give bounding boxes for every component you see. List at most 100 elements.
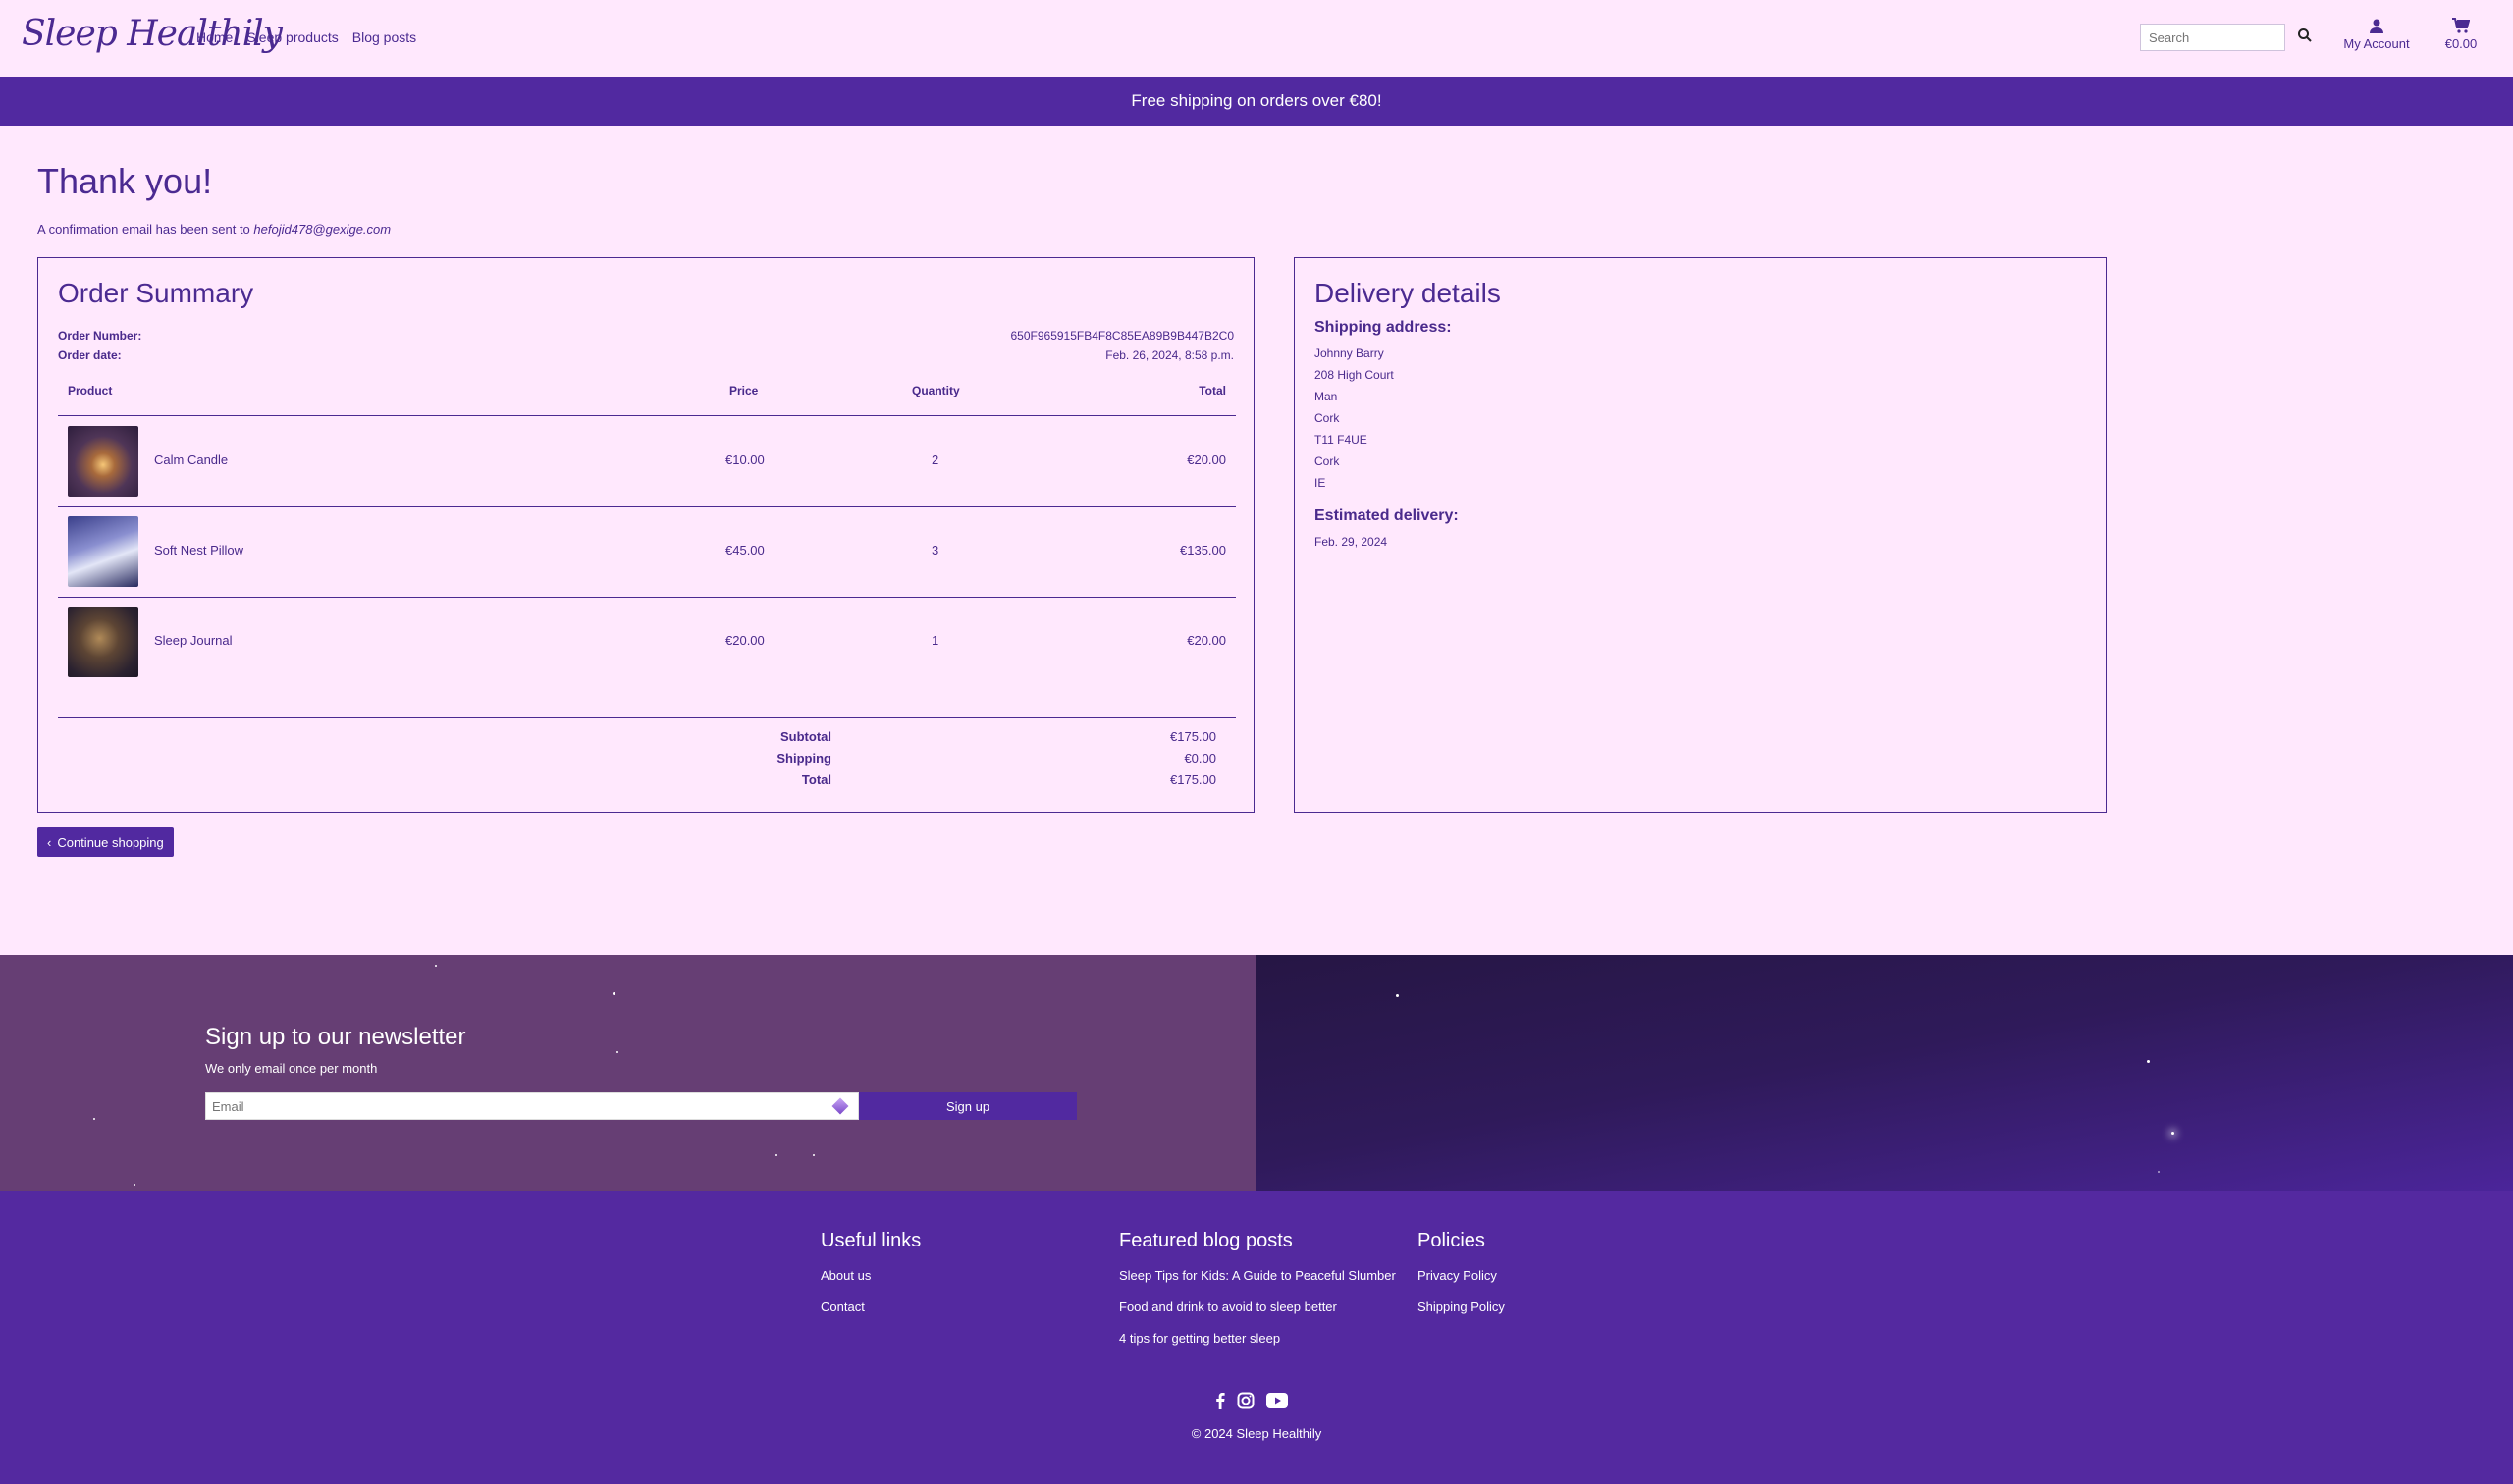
total-label: Total xyxy=(801,772,831,787)
star-decoration xyxy=(813,1154,815,1156)
shipping-address-label: Shipping address: xyxy=(1314,319,1452,336)
navbar: Sleep Healthily Home Sleep products Blog… xyxy=(0,0,2513,77)
star-decoration xyxy=(1396,994,1399,997)
my-account-link[interactable]: My Account xyxy=(2341,18,2412,51)
free-shipping-banner: Free shipping on orders over €80! xyxy=(0,77,2513,126)
checkout-success-main: Thank you! A confirmation email has been… xyxy=(0,126,2513,955)
youtube-icon[interactable] xyxy=(1266,1393,1288,1413)
product-total: €135.00 xyxy=(1180,543,1226,557)
order-date-label: Order date: xyxy=(58,348,122,362)
star-decoration xyxy=(616,1051,618,1053)
shipping-policy-link[interactable]: Shipping Policy xyxy=(1417,1299,1505,1314)
star-decoration xyxy=(134,1184,135,1186)
newsletter-email-input[interactable] xyxy=(205,1092,859,1120)
address-line: Man xyxy=(1314,390,1338,403)
column-product: Product xyxy=(68,384,113,398)
cart-total: €0.00 xyxy=(2444,36,2478,51)
estimated-delivery-date: Feb. 29, 2024 xyxy=(1314,535,1388,549)
privacy-policy-link[interactable]: Privacy Policy xyxy=(1417,1268,1505,1283)
blog-link[interactable]: Sleep Tips for Kids: A Guide to Peaceful… xyxy=(1119,1268,1396,1283)
product-name[interactable]: Soft Nest Pillow xyxy=(154,543,243,557)
policies-title: Policies xyxy=(1417,1230,1485,1251)
star-decoration xyxy=(775,1154,777,1156)
product-quantity: 3 xyxy=(932,543,939,557)
subtotal-value: €175.00 xyxy=(1170,729,1216,744)
nav-blog-posts-link[interactable]: Blog posts xyxy=(352,29,416,45)
total-value: €175.00 xyxy=(1170,772,1216,787)
star-decoration xyxy=(613,992,615,995)
newsletter-title: Sign up to our newsletter xyxy=(205,1024,466,1050)
policies-column: Policies Privacy Policy Shipping Policy xyxy=(1417,1230,1505,1331)
subtotal-label: Subtotal xyxy=(780,729,831,744)
address-line: IE xyxy=(1314,476,1326,490)
contact-link[interactable]: Contact xyxy=(821,1299,921,1314)
blog-link[interactable]: 4 tips for getting better sleep xyxy=(1119,1331,1396,1346)
instagram-icon[interactable] xyxy=(1237,1392,1255,1414)
useful-links-title: Useful links xyxy=(821,1230,922,1251)
product-name[interactable]: Calm Candle xyxy=(154,452,228,467)
order-date: Feb. 26, 2024, 8:58 p.m. xyxy=(1105,348,1234,362)
product-price: €10.00 xyxy=(725,452,765,467)
order-summary-panel: Order Summary Order Number: 650F965915FB… xyxy=(37,257,1255,813)
delivery-details-title: Delivery details xyxy=(1314,278,1501,308)
address-line: Cork xyxy=(1314,411,1340,425)
product-total: €20.00 xyxy=(1187,452,1226,467)
star-decoration xyxy=(435,965,437,967)
product-price: €45.00 xyxy=(725,543,765,557)
column-quantity: Quantity xyxy=(912,384,960,398)
user-icon xyxy=(2341,18,2412,36)
newsletter-subtitle: We only email once per month xyxy=(205,1061,378,1076)
useful-links-column: Useful links About us Contact xyxy=(821,1230,921,1331)
site-footer: Useful links About us Contact Featured b… xyxy=(0,1191,2513,1484)
chevron-left-icon: ‹ xyxy=(47,834,52,850)
banner-text: Free shipping on orders over €80! xyxy=(1131,91,1382,110)
star-decoration xyxy=(93,1118,95,1120)
newsletter-section: Sign up to our newsletter We only email … xyxy=(0,955,2513,1191)
column-total: Total xyxy=(1199,384,1226,398)
page-title: Thank you! xyxy=(37,161,213,201)
shipping-label: Shipping xyxy=(776,751,831,766)
cart-link[interactable]: €0.00 xyxy=(2436,18,2486,51)
night-sky-image xyxy=(1256,955,2513,1191)
estimated-delivery-label: Estimated delivery: xyxy=(1314,507,1459,524)
featured-blog-column: Featured blog posts Sleep Tips for Kids:… xyxy=(1119,1230,1396,1362)
product-quantity: 1 xyxy=(932,633,939,648)
social-links xyxy=(1215,1392,1288,1414)
order-summary-title: Order Summary xyxy=(58,278,254,308)
nav-sleep-products-link[interactable]: Sleep products xyxy=(246,29,338,45)
blog-link[interactable]: Food and drink to avoid to sleep better xyxy=(1119,1299,1396,1314)
facebook-icon[interactable] xyxy=(1215,1392,1225,1414)
newsletter-panel: Sign up to our newsletter We only email … xyxy=(0,955,1256,1191)
delivery-details-panel: Delivery details Shipping address: Johnn… xyxy=(1294,257,2107,813)
order-table-header: Product Price Quantity Total xyxy=(58,382,1236,416)
table-row: Calm Candle €10.00 2 €20.00 xyxy=(58,416,1236,507)
soft-nest-pillow-image[interactable] xyxy=(68,516,138,587)
product-name[interactable]: Sleep Journal xyxy=(154,633,233,648)
about-us-link[interactable]: About us xyxy=(821,1268,921,1283)
star-decoration xyxy=(2147,1060,2150,1063)
product-total: €20.00 xyxy=(1187,633,1226,648)
main-nav: Home Sleep products Blog posts xyxy=(196,29,416,45)
star-decoration xyxy=(2171,1132,2174,1135)
confirmation-message: A confirmation email has been sent to he… xyxy=(37,222,391,237)
search-icon[interactable] xyxy=(2297,27,2317,47)
totals-divider xyxy=(58,717,1236,718)
order-number: 650F965915FB4F8C85EA89B9B447B2C0 xyxy=(1010,329,1235,343)
product-quantity: 2 xyxy=(932,452,939,467)
search-input[interactable] xyxy=(2140,24,2285,51)
table-row: Soft Nest Pillow €45.00 3 €135.00 xyxy=(58,506,1236,598)
order-number-label: Order Number: xyxy=(58,329,142,343)
nav-home-link[interactable]: Home xyxy=(196,29,233,45)
newsletter-signup-button[interactable]: Sign up xyxy=(859,1092,1077,1120)
sleep-journal-image[interactable] xyxy=(68,607,138,677)
column-price: Price xyxy=(729,384,759,398)
star-decoration xyxy=(2158,1171,2160,1173)
address-line: Johnny Barry xyxy=(1314,346,1384,360)
product-price: €20.00 xyxy=(725,633,765,648)
table-row: Sleep Journal €20.00 1 €20.00 xyxy=(58,597,1236,687)
featured-blog-title: Featured blog posts xyxy=(1119,1230,1293,1251)
continue-shopping-button[interactable]: ‹ Continue shopping xyxy=(37,827,174,857)
copyright: © 2024 Sleep Healthily xyxy=(1191,1426,1322,1441)
calm-candle-image[interactable] xyxy=(68,426,138,497)
shipping-value: €0.00 xyxy=(1184,751,1216,766)
